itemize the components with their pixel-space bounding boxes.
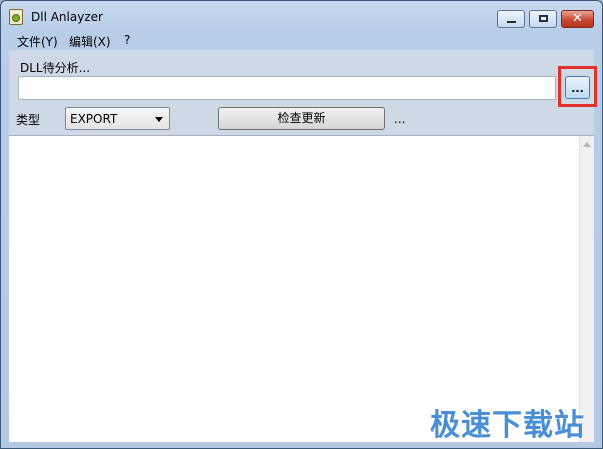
status-text: ... (394, 112, 406, 126)
close-icon: ✕ (572, 11, 583, 26)
menu-edit[interactable]: 编辑(X) (69, 33, 111, 50)
menu-file[interactable]: 文件(Y) (17, 33, 58, 50)
main-panel: DLL待分析... ... 类型 EXPORT 检查更新 ... 极速下载站 (9, 50, 597, 443)
app-icon (9, 9, 23, 25)
title-bar[interactable]: Dll Anlayzer ✕ (1, 1, 602, 32)
maximize-button[interactable] (529, 10, 557, 28)
chevron-down-icon (155, 117, 163, 122)
check-update-button[interactable]: 检查更新 (218, 107, 385, 130)
window-title: Dll Anlayzer (31, 10, 103, 24)
browse-button[interactable]: ... (565, 76, 590, 99)
type-select[interactable]: EXPORT (65, 107, 170, 130)
close-button[interactable]: ✕ (561, 10, 594, 28)
output-area[interactable] (9, 135, 594, 442)
menu-help[interactable]: ? (124, 33, 130, 47)
menu-bar: 文件(Y) 编辑(X) ? (9, 32, 595, 50)
minimize-button[interactable] (497, 10, 525, 28)
minimize-icon (507, 21, 516, 23)
maximize-icon (539, 15, 548, 22)
scroll-up-icon[interactable] (583, 142, 591, 147)
vertical-scrollbar[interactable] (579, 136, 594, 442)
type-select-value: EXPORT (70, 112, 118, 126)
type-label: 类型 (16, 113, 41, 127)
dll-path-input[interactable] (18, 76, 556, 100)
watermark-logo: 极速下载站 (430, 408, 585, 443)
app-window: Dll Anlayzer ✕ 文件(Y) 编辑(X) ? DLL待分析... .… (0, 0, 603, 449)
dll-path-label: DLL待分析... (20, 61, 91, 75)
